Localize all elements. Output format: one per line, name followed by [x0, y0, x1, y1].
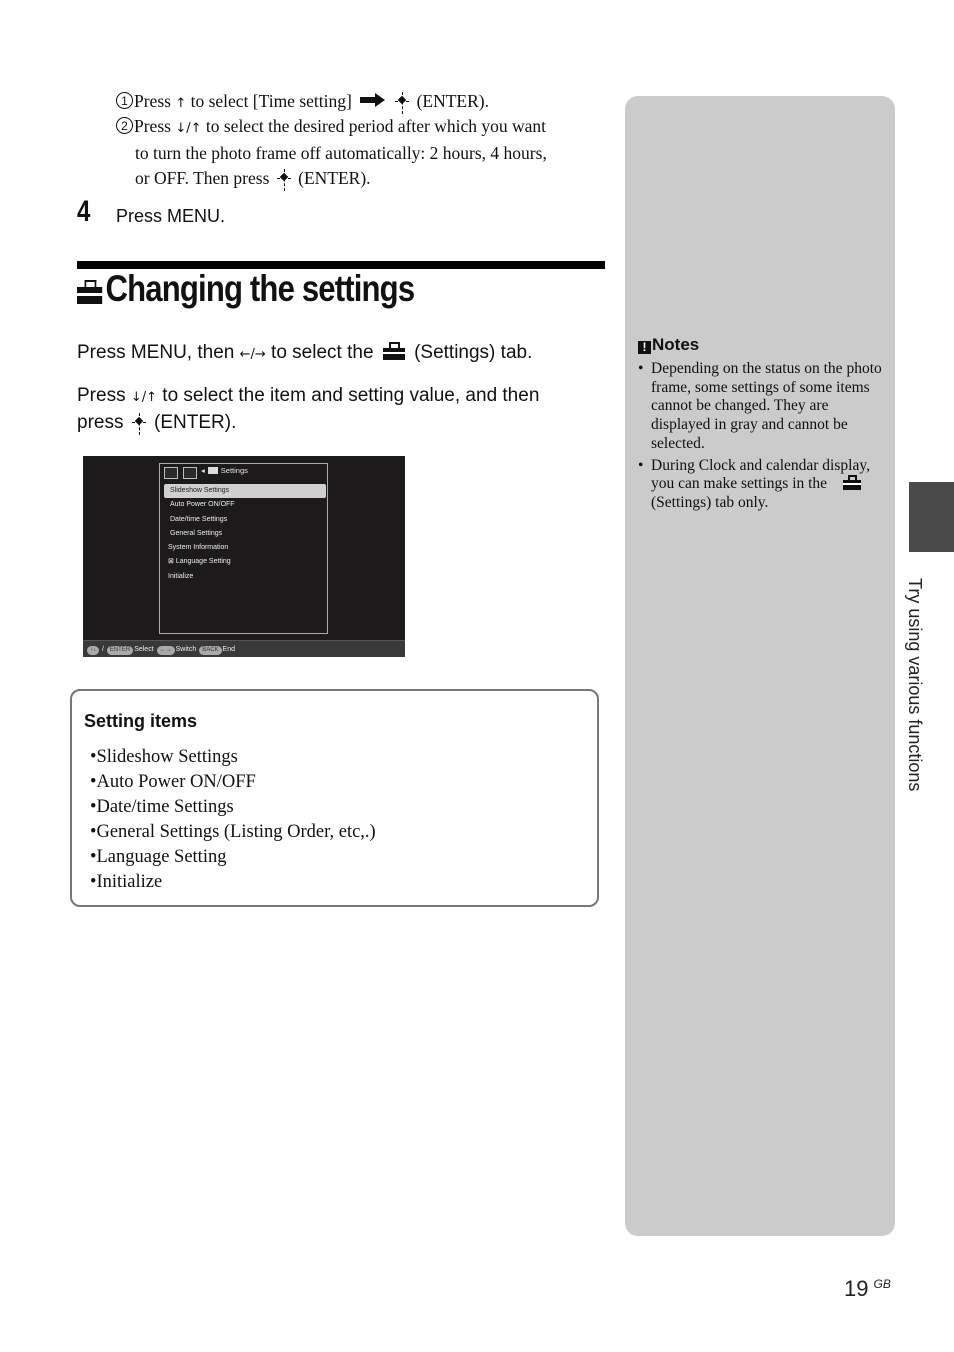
nav-arrows-pill: ↑↓: [87, 646, 99, 655]
step-text: Press MENU.: [116, 206, 226, 226]
step-number: 4: [77, 195, 91, 228]
step-4: 4 Press MENU.: [77, 195, 225, 229]
setting-items-list: •Slideshow Settings •Auto Power ON/OFF •…: [90, 745, 376, 895]
instruction-paragraph-2: Press ↓/↑ to select the item and setting…: [77, 385, 540, 435]
note-warning-icon: !: [638, 341, 651, 354]
list-item: •General Settings (Listing Order, etc,.): [90, 822, 376, 842]
section-title: Changing the settings: [77, 268, 415, 310]
setting-items-box: Setting items •Slideshow Settings •Auto …: [70, 689, 599, 907]
settings-toolbox-icon: [207, 467, 218, 474]
down-up-arrow-icon: ↓/↑: [130, 390, 158, 405]
menu-item-auto-power: Auto Power ON/OFF: [170, 501, 235, 509]
list-item: •Language Setting: [90, 847, 227, 867]
language-icon: ⊠: [168, 558, 176, 566]
step-number-circle: 1: [116, 92, 133, 109]
settings-toolbox-icon: [77, 278, 103, 304]
enter-icon: [274, 169, 294, 191]
list-item: •Date/time Settings: [90, 797, 234, 817]
region-code: GB: [873, 1277, 891, 1291]
note-item: During Clock and calendar display, you c…: [638, 457, 883, 513]
menu-list: Slideshow Settings Auto Power ON/OFF Dat…: [164, 484, 326, 584]
substep-2: 2 Press ↓/↑ to select the desired period …: [116, 114, 606, 191]
menu-item-slideshow-settings: Slideshow Settings: [164, 484, 326, 499]
settings-toolbox-icon: [842, 475, 861, 491]
list-item: •Auto Power ON/OFF: [90, 772, 256, 792]
menu-item-general-settings: General Settings: [170, 529, 223, 537]
setting-items-heading: Setting items: [84, 711, 198, 731]
notes-heading: ! Notes: [638, 335, 699, 355]
enter-icon: [392, 92, 412, 114]
menu-item-initialize: Initialize: [168, 572, 194, 580]
page-number: 19 GB: [844, 1276, 891, 1301]
notes-panel: [625, 96, 895, 1236]
device-menu-screenshot: ◂ Settings Slideshow Settings Auto Power …: [83, 456, 405, 657]
note-item: Depending on the status on the photo fra…: [638, 360, 883, 454]
menu-item-date-time: Date/time Settings: [170, 515, 228, 523]
back-pill: BACK: [199, 646, 222, 655]
substep-1: 1 Press ↑ to select [Time setting] (ENTER…: [116, 89, 606, 116]
menu-item-language-setting: ⊠ Language Setting: [168, 558, 231, 566]
list-item: •Initialize: [90, 872, 163, 892]
down-up-arrow-icon: ↓/↑: [175, 121, 202, 136]
settings-toolbox-icon: [382, 342, 405, 360]
enter-pill: ENTER: [106, 646, 134, 655]
step-number-circle: 2: [116, 117, 133, 134]
enter-icon: [129, 413, 149, 435]
chapter-side-label: Try using various functions: [905, 578, 925, 792]
up-arrow-icon: ↑: [175, 96, 187, 111]
instruction-paragraph-1: Press MENU, then ←/→ to select the (Sett…: [77, 342, 533, 363]
list-item: •Slideshow Settings: [90, 747, 238, 767]
switch-pill: ←→: [156, 646, 175, 655]
tab-header: ◂ Settings: [201, 466, 248, 475]
menu-item-system-information: System Information: [168, 544, 229, 552]
right-arrow-icon: [360, 93, 386, 107]
notes-list: Depending on the status on the photo fra…: [638, 360, 883, 516]
left-right-arrow-icon: ←/→: [239, 347, 266, 362]
chapter-tab-marker: [909, 482, 954, 552]
screen-footer: ↑↓ / ENTER Select ←→ Switch BACK End: [83, 640, 405, 657]
